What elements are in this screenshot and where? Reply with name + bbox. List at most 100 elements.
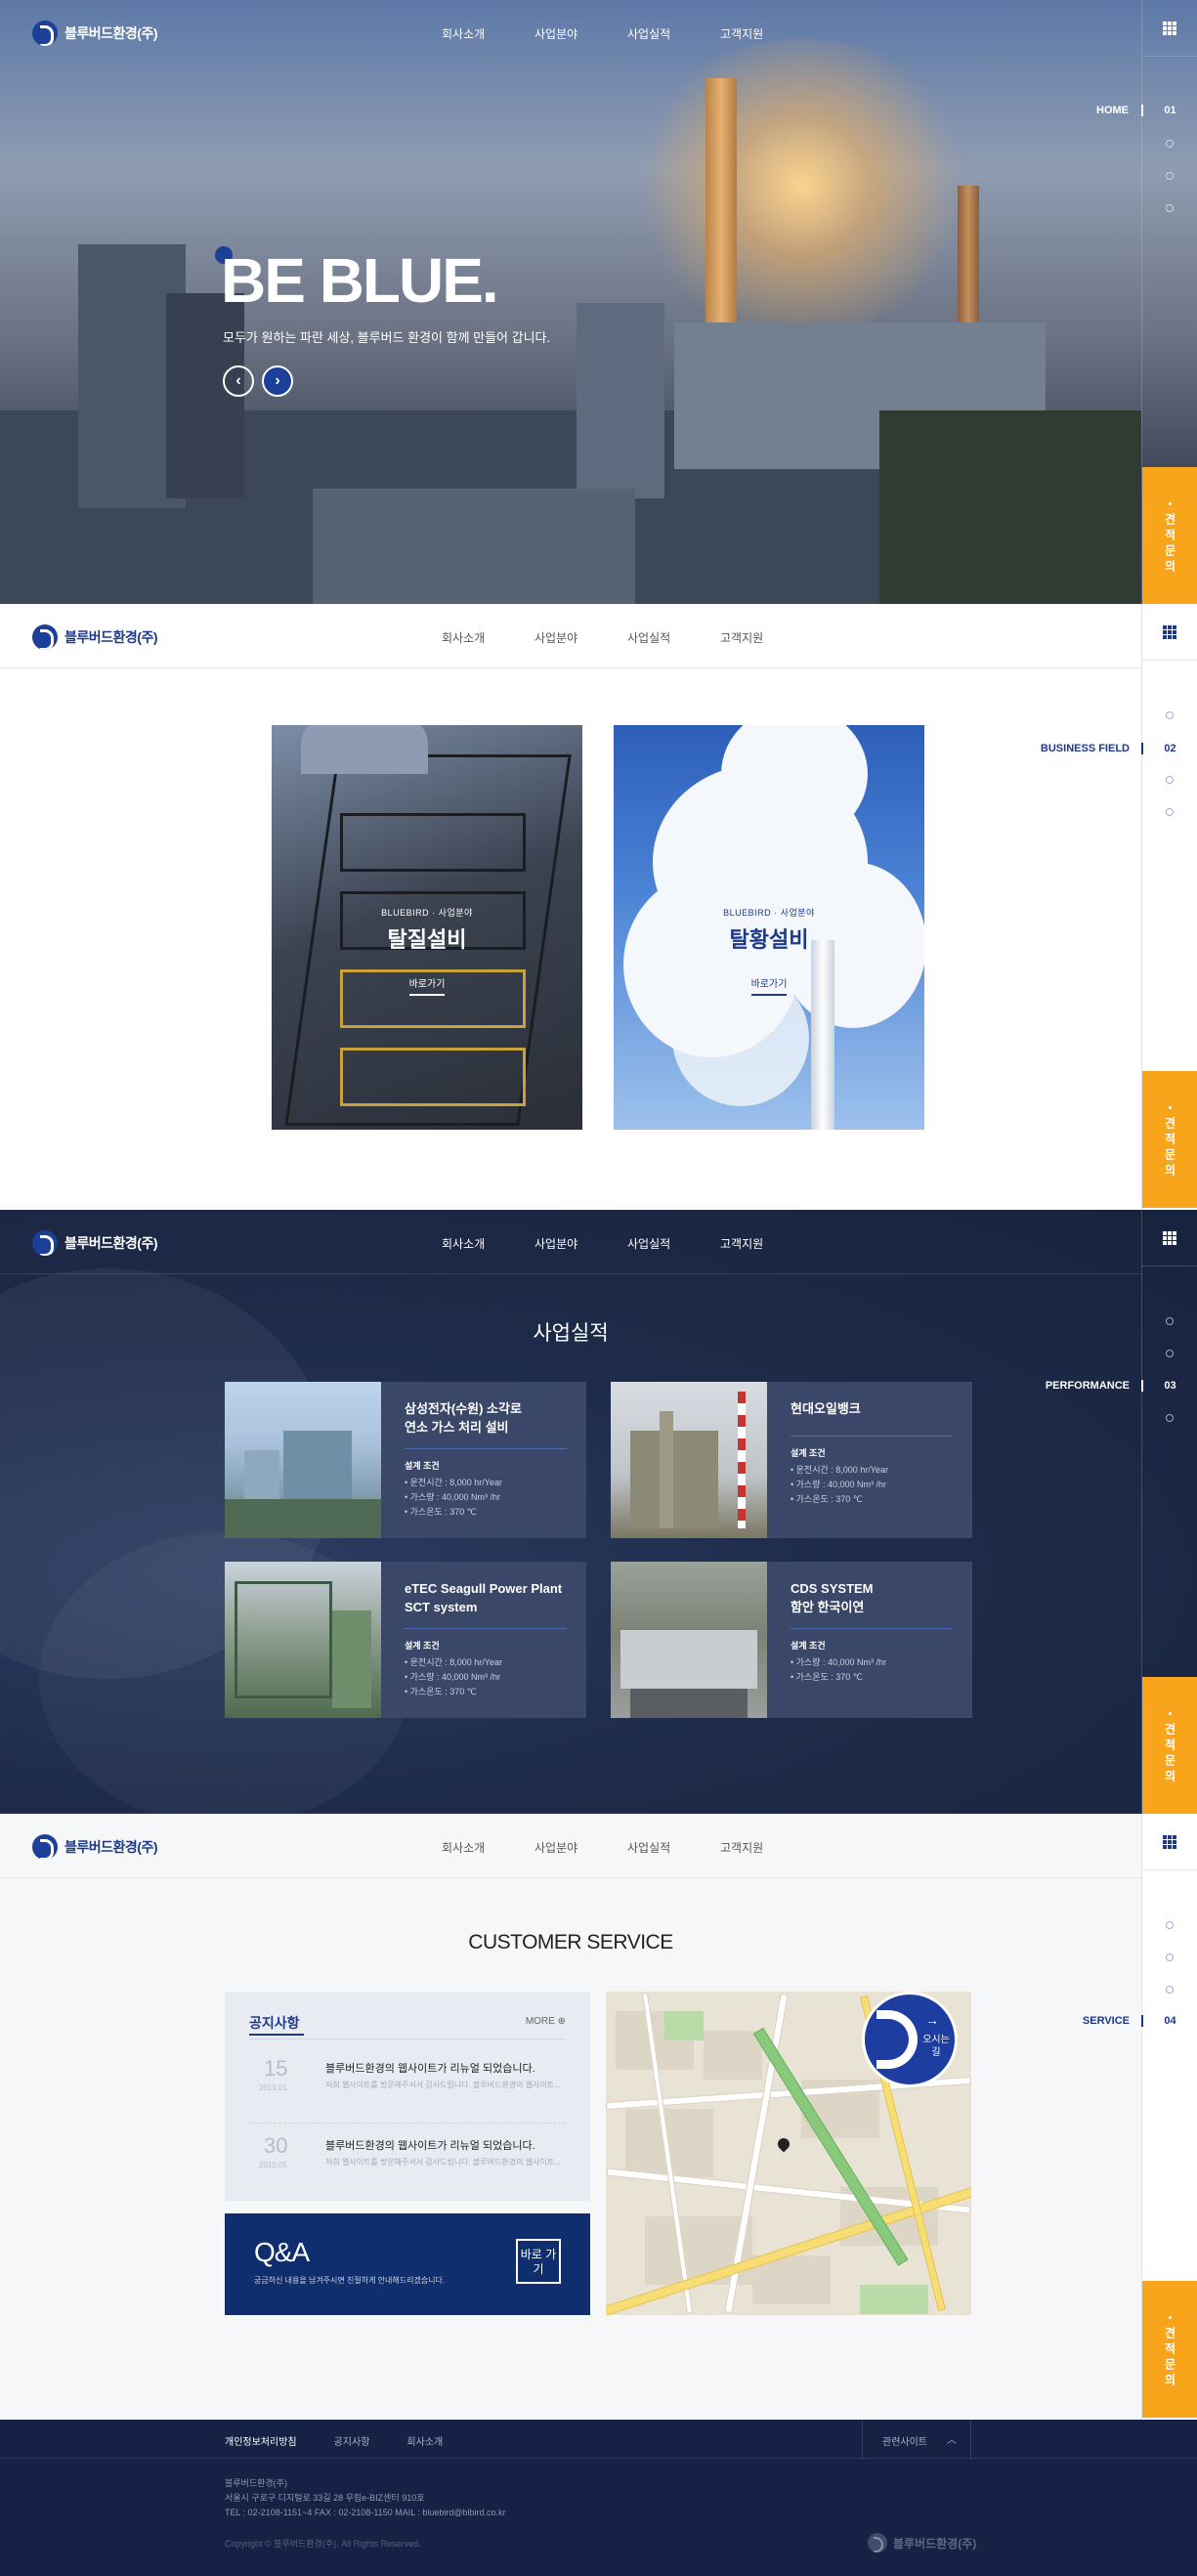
performance-card-1[interactable]: 삼성전자(수원) 소각로 연소 가스 처리 설비 설계 조건 • 운전시간 : … xyxy=(225,1382,586,1538)
header: 블루버드환경(주) 회사소개 사업분야 사업실적 고객지원 xyxy=(0,0,1141,64)
nav-item-support[interactable]: 고객지원 xyxy=(720,25,813,42)
main-nav: 회사소개 사업분야 사업실적 고객지원 xyxy=(442,1839,813,1856)
nav-item-business[interactable]: 사업분야 xyxy=(534,1235,627,1252)
performance-card-body: eTEC Seagull Power Plant SCT system 설계 조… xyxy=(381,1562,586,1718)
performance-card-3[interactable]: eTEC Seagull Power Plant SCT system 설계 조… xyxy=(225,1562,586,1718)
nav-item-performance[interactable]: 사업실적 xyxy=(627,1235,720,1252)
footer-logo: 블루버드환경(주) xyxy=(868,2533,976,2553)
hero-slider-controls: ‹ › xyxy=(223,365,293,397)
menu-button[interactable] xyxy=(1142,604,1197,661)
footer-link-privacy[interactable]: 개인정보처리방침 xyxy=(225,2433,297,2448)
quote-request-button[interactable]: 견적문의 xyxy=(1142,1677,1197,1814)
rail-dot-2[interactable] xyxy=(1166,140,1174,148)
footer-link-company[interactable]: 회사소개 xyxy=(406,2433,443,2448)
card-link[interactable]: 바로가기 xyxy=(750,975,788,996)
performance-section: 블루버드환경(주) 회사소개 사업분야 사업실적 고객지원 사업실적 삼성전자(… xyxy=(0,1210,1197,1814)
quote-request-button[interactable]: 견적문의 xyxy=(1142,2281,1197,2418)
nav-item-performance[interactable]: 사업실적 xyxy=(627,1839,720,1856)
spec-line: • 가스량 : 40,000 Nm³ /hr xyxy=(405,1492,501,1502)
notice-more-link[interactable]: MORE ⊕ xyxy=(526,2016,566,2027)
rail-dot-4[interactable] xyxy=(1166,204,1174,212)
side-rail: 02 견적문의 xyxy=(1141,604,1197,1210)
nav-item-support[interactable]: 고객지원 xyxy=(720,1839,813,1856)
grid-menu-icon xyxy=(1163,1230,1176,1245)
rail-dot-1[interactable] xyxy=(1166,1317,1174,1325)
footer: 개인정보처리방침 공지사항 회사소개 관련사이트 ︿ 블루버드환경(주) 서울시… xyxy=(0,2420,1197,2576)
main-nav: 회사소개 사업분야 사업실적 고객지원 xyxy=(442,629,813,646)
rail-dot-1[interactable] xyxy=(1166,1921,1174,1929)
rail-dot-3[interactable] xyxy=(1166,1986,1174,1994)
quote-label: 견적문의 xyxy=(1163,2327,1176,2389)
nav-item-business[interactable]: 사업분야 xyxy=(534,629,627,646)
brand-b-icon xyxy=(876,2010,918,2069)
rail-dot-2[interactable] xyxy=(1166,1350,1174,1357)
quote-request-button[interactable]: 견적문의 xyxy=(1142,467,1197,604)
rail-dot-4[interactable] xyxy=(1166,808,1174,816)
qna-go-button[interactable]: 바로 가기 xyxy=(516,2239,561,2284)
directions-badge[interactable]: → 오시는 길 xyxy=(862,1992,958,2087)
logo[interactable]: 블루버드환경(주) xyxy=(32,21,157,46)
nav-item-business[interactable]: 사업분야 xyxy=(534,25,627,42)
logo[interactable]: 블루버드환경(주) xyxy=(32,1230,157,1256)
menu-button[interactable] xyxy=(1142,1210,1197,1267)
qna-banner[interactable]: Q&A 궁금하신 내용을 남겨주시면 친절하게 안내해드리겠습니다. 바로 가기 xyxy=(225,2213,590,2315)
logo[interactable]: 블루버드환경(주) xyxy=(32,624,157,650)
rail-dot-2[interactable] xyxy=(1166,1953,1174,1961)
nav-item-support[interactable]: 고객지원 xyxy=(720,629,813,646)
spec-line: • 가스온도 : 370 ℃ xyxy=(405,1687,477,1696)
nav-item-company[interactable]: 회사소개 xyxy=(442,25,534,42)
notice-item[interactable]: 15 2019.01 블루버드환경의 웹사이트가 리뉴얼 되었습니다. 저희 웹… xyxy=(249,2046,566,2115)
logo[interactable]: 블루버드환경(주) xyxy=(32,1834,157,1860)
performance-thumb-1 xyxy=(225,1382,381,1538)
rail-dot-3[interactable] xyxy=(1166,776,1174,784)
rail-num-03[interactable]: 03 xyxy=(1142,1380,1197,1392)
card-link[interactable]: 바로가기 xyxy=(408,975,446,996)
notice-date: 2019.01 xyxy=(259,2083,287,2092)
slider-prev-button[interactable]: ‹ xyxy=(223,365,254,397)
service-title: CUSTOMER SERVICE xyxy=(468,1931,673,1953)
section-label-service: SERVICE xyxy=(1082,2015,1130,2027)
business-card-denitrification[interactable]: BLUEBIRD · 사업분야 탈질설비 바로가기 xyxy=(272,725,582,1130)
nav-item-performance[interactable]: 사업실적 xyxy=(627,25,720,42)
grid-menu-icon xyxy=(1163,21,1176,35)
footer-logo-text: 블루버드환경(주) xyxy=(893,2536,977,2551)
quote-dot xyxy=(1169,2316,1172,2319)
logo-mark-icon xyxy=(32,1834,58,1860)
rail-num-02[interactable]: 02 xyxy=(1142,743,1197,754)
quote-request-button[interactable]: 견적문의 xyxy=(1142,1071,1197,1208)
business-section: 블루버드환경(주) 회사소개 사업분야 사업실적 고객지원 BLUEBIRD ·… xyxy=(0,604,1197,1210)
performance-card-4[interactable]: CDS SYSTEM 함안 한국이연 설계 조건 • 가스량 : 40,000 … xyxy=(611,1562,972,1718)
spec-heading: 설계 조건 xyxy=(791,1641,826,1651)
performance-card-body: CDS SYSTEM 함안 한국이연 설계 조건 • 가스량 : 40,000 … xyxy=(767,1562,972,1718)
nav-item-company[interactable]: 회사소개 xyxy=(442,1235,534,1252)
side-rail: 01 견적문의 xyxy=(1141,0,1197,604)
rail-dot-4[interactable] xyxy=(1166,1414,1174,1422)
rail-num-01[interactable]: 01 xyxy=(1142,105,1197,116)
main-nav: 회사소개 사업분야 사업실적 고객지원 xyxy=(442,25,813,42)
business-card-desulfurization[interactable]: BLUEBIRD · 사업분야 탈황설비 바로가기 xyxy=(614,725,924,1130)
title-line-1: 삼성전자(수원) 소각로 xyxy=(405,1401,522,1416)
notice-desc: 저희 웹사이트를 방문해주셔서 감사드립니다. 블루버드환경의 웹사이트... xyxy=(325,2081,561,2089)
menu-button[interactable] xyxy=(1142,1814,1197,1870)
quote-label: 견적문의 xyxy=(1163,1723,1176,1785)
rail-dot-3[interactable] xyxy=(1166,172,1174,180)
rail-dot-1[interactable] xyxy=(1166,711,1174,719)
nav-item-business[interactable]: 사업분야 xyxy=(534,1839,627,1856)
slider-next-button[interactable]: › xyxy=(262,365,293,397)
nav-item-company[interactable]: 회사소개 xyxy=(442,629,534,646)
family-site-select[interactable]: 관련사이트 ︿ xyxy=(862,2420,971,2459)
performance-card-2[interactable]: 현대오일뱅크 설계 조건 • 운전시간 : 8,000 hr/Year • 가스… xyxy=(611,1382,972,1538)
chevron-left-icon: ‹ xyxy=(235,372,241,389)
footer-contact: TEL : 02-2108-1151~4 FAX : 02-2108-1150 … xyxy=(225,2508,506,2517)
nav-item-company[interactable]: 회사소개 xyxy=(442,1839,534,1856)
spec-line: • 운전시간 : 8,000 hr/Year xyxy=(405,1478,502,1487)
footer-link-notice[interactable]: 공지사항 xyxy=(334,2433,370,2448)
section-label-home: HOME xyxy=(1096,105,1129,116)
rail-num-04[interactable]: 04 xyxy=(1142,2015,1197,2027)
card-title: 탈황설비 xyxy=(729,927,809,952)
nav-item-support[interactable]: 고객지원 xyxy=(720,1235,813,1252)
menu-button[interactable] xyxy=(1142,0,1197,57)
notice-item[interactable]: 30 2019.05 블루버드환경의 웹사이트가 리뉴얼 되었습니다. 저희 웹… xyxy=(249,2123,566,2191)
nav-item-performance[interactable]: 사업실적 xyxy=(627,629,720,646)
spec-line: • 가스온도 : 370 ℃ xyxy=(405,1507,477,1517)
